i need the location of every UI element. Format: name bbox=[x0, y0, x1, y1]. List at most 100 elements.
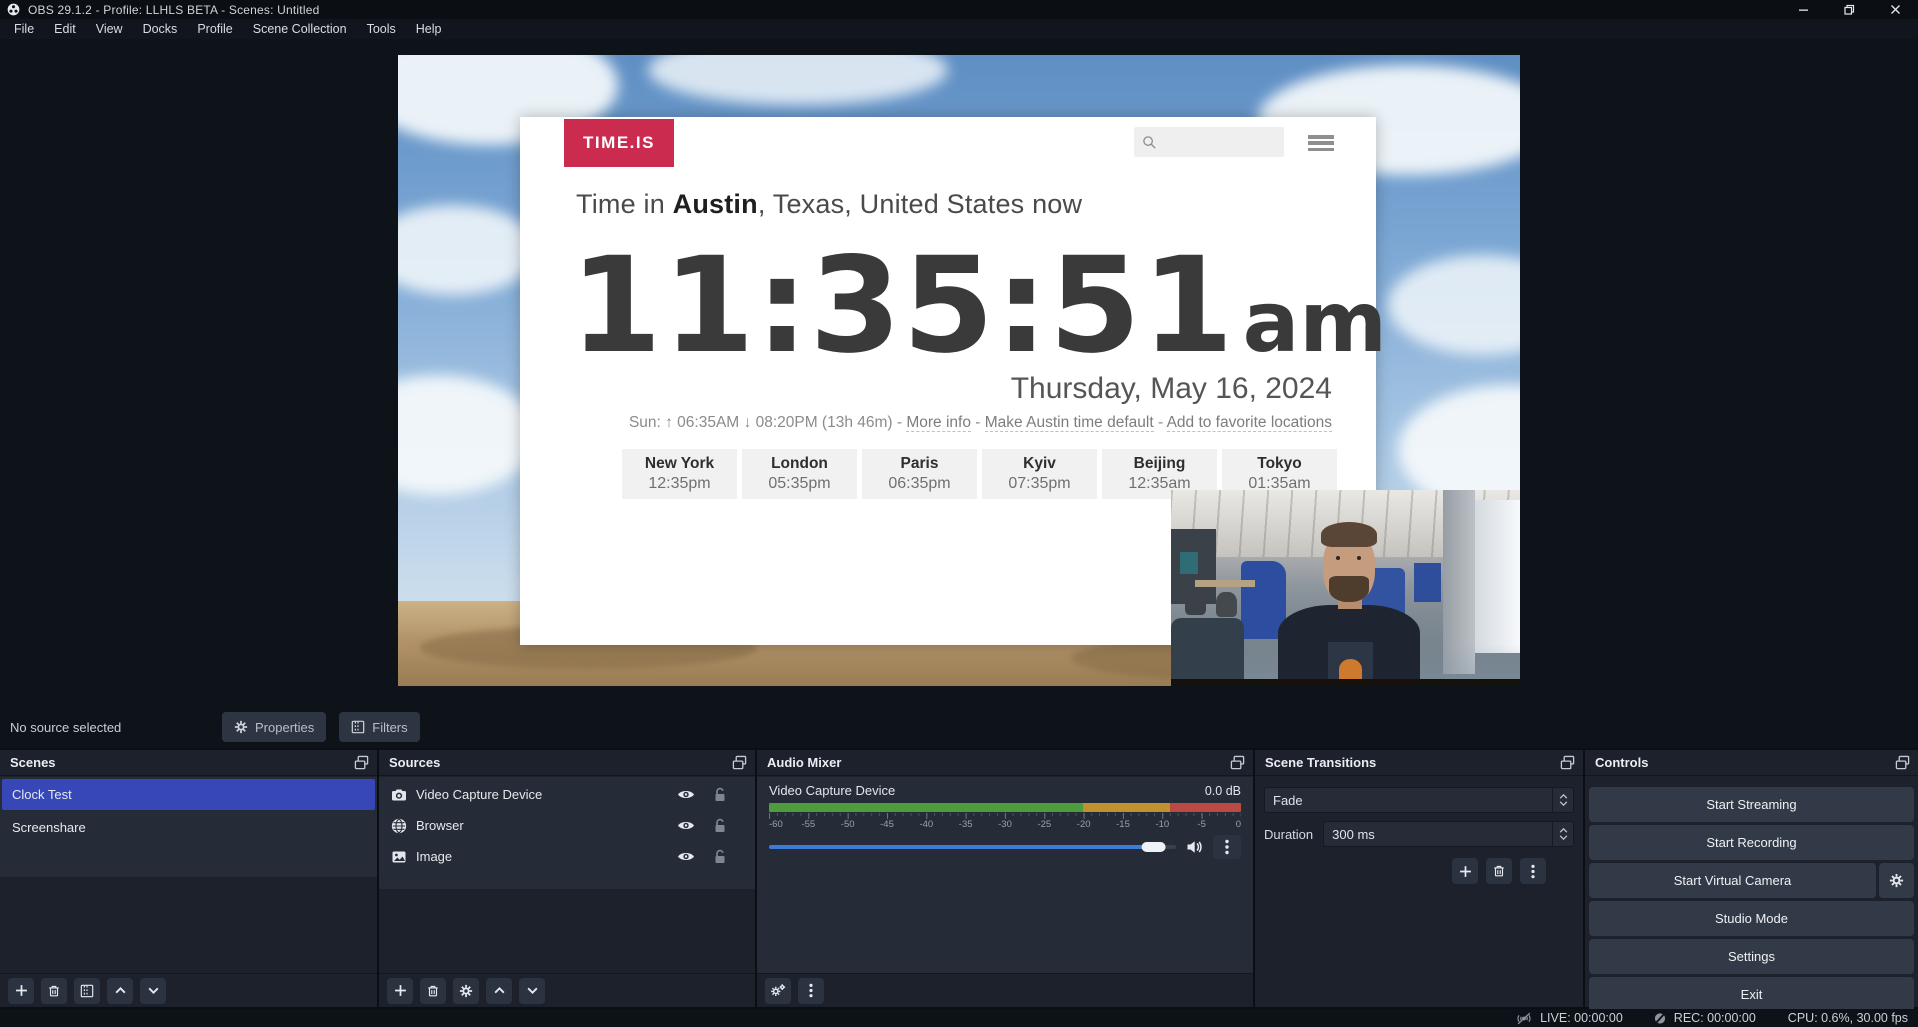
move-scene-up-button[interactable] bbox=[107, 978, 133, 1004]
source-item-image[interactable]: Image bbox=[379, 843, 755, 870]
clock-ampm: am bbox=[1243, 273, 1387, 371]
plus-icon bbox=[1459, 865, 1472, 878]
menu-bar: File Edit View Docks Profile Scene Colle… bbox=[0, 19, 1918, 39]
trash-icon bbox=[47, 984, 61, 998]
volume-slider[interactable] bbox=[769, 836, 1176, 858]
visibility-eye-icon[interactable] bbox=[677, 850, 695, 863]
duration-label: Duration bbox=[1264, 827, 1313, 842]
minimize-button[interactable] bbox=[1780, 0, 1826, 19]
restore-button[interactable] bbox=[1826, 0, 1872, 19]
volume-slider-handle[interactable] bbox=[1141, 842, 1165, 852]
menu-file[interactable]: File bbox=[4, 20, 44, 38]
cloud-shape bbox=[398, 205, 538, 295]
dots-vertical-icon bbox=[809, 983, 813, 998]
menu-help[interactable]: Help bbox=[406, 20, 452, 38]
gear-icon bbox=[459, 984, 473, 998]
studio-mode-button[interactable]: Studio Mode bbox=[1589, 901, 1914, 936]
add-scene-button[interactable] bbox=[8, 978, 34, 1004]
lock-open-icon[interactable] bbox=[713, 787, 727, 802]
move-source-up-button[interactable] bbox=[486, 978, 512, 1004]
menu-scene-collection[interactable]: Scene Collection bbox=[243, 20, 357, 38]
transitions-header: Scene Transitions bbox=[1255, 750, 1583, 776]
scene-item-screenshare[interactable]: Screenshare bbox=[2, 812, 375, 843]
lock-open-icon[interactable] bbox=[713, 818, 727, 833]
transition-menu-button[interactable] bbox=[1520, 858, 1546, 884]
mixer-menu-button[interactable] bbox=[798, 978, 824, 1004]
menu-docks[interactable]: Docks bbox=[133, 20, 188, 38]
remove-source-button[interactable] bbox=[420, 978, 446, 1004]
gears-icon bbox=[770, 983, 786, 998]
db-tick: -30 bbox=[998, 819, 1012, 830]
foreground-chair bbox=[1171, 618, 1244, 679]
visibility-eye-icon[interactable] bbox=[677, 788, 695, 801]
city-name: Paris bbox=[862, 455, 977, 473]
video-preview-canvas[interactable]: TIME.IS Time in Austin, Texas, United St… bbox=[398, 55, 1520, 686]
mixer-channel-menu-button[interactable] bbox=[1213, 835, 1241, 859]
hamburger-menu-icon bbox=[1308, 135, 1334, 151]
start-streaming-button[interactable]: Start Streaming bbox=[1589, 787, 1914, 822]
start-virtual-camera-button[interactable]: Start Virtual Camera bbox=[1589, 863, 1876, 898]
dots-vertical-icon bbox=[1531, 864, 1535, 879]
menu-profile[interactable]: Profile bbox=[187, 20, 242, 38]
source-label: Browser bbox=[416, 818, 677, 833]
move-source-down-button[interactable] bbox=[519, 978, 545, 1004]
filters-button[interactable]: Filters bbox=[339, 712, 419, 742]
close-button[interactable] bbox=[1872, 0, 1918, 19]
scene-item-clock-test[interactable]: Clock Test bbox=[2, 779, 375, 810]
transition-value: Fade bbox=[1265, 793, 1552, 808]
menu-tools[interactable]: Tools bbox=[357, 20, 406, 38]
city-time: 06:35pm bbox=[862, 475, 977, 493]
lock-open-icon[interactable] bbox=[713, 849, 727, 864]
mixer-db-value: 0.0 dB bbox=[1205, 784, 1241, 798]
sun-times: Sun: ↑ 06:35AM ↓ 08:20PM (13h 46m) - bbox=[629, 414, 906, 431]
webcam-bottom-bar bbox=[1171, 679, 1520, 686]
trash-icon bbox=[1492, 864, 1506, 878]
db-tick: -55 bbox=[801, 819, 815, 830]
remove-scene-button[interactable] bbox=[41, 978, 67, 1004]
scenes-panel: Scenes Clock Test Screenshare bbox=[0, 750, 377, 1007]
virtual-camera-settings-button[interactable] bbox=[1879, 863, 1914, 898]
popout-icon[interactable] bbox=[1895, 755, 1910, 770]
plus-icon bbox=[15, 984, 28, 997]
duration-spin-arrows[interactable] bbox=[1552, 822, 1573, 846]
sources-header: Sources bbox=[379, 750, 755, 776]
start-recording-button[interactable]: Start Recording bbox=[1589, 825, 1914, 860]
live-status: LIVE: 00:00:00 bbox=[1515, 1011, 1623, 1025]
duration-value: 300 ms bbox=[1324, 827, 1552, 842]
settings-button[interactable]: Settings bbox=[1589, 939, 1914, 974]
scene-filters-button[interactable] bbox=[74, 978, 100, 1004]
source-item-browser[interactable]: Browser bbox=[379, 812, 755, 839]
source-properties-button[interactable] bbox=[453, 978, 479, 1004]
remove-transition-button[interactable] bbox=[1486, 858, 1512, 884]
db-tick: 0 bbox=[1236, 819, 1241, 830]
mixer-channel-name: Video Capture Device bbox=[769, 783, 895, 798]
popout-icon[interactable] bbox=[1230, 755, 1245, 770]
popout-icon[interactable] bbox=[1560, 755, 1575, 770]
menu-edit[interactable]: Edit bbox=[44, 20, 86, 38]
add-transition-button[interactable] bbox=[1452, 858, 1478, 884]
speaker-icon[interactable] bbox=[1186, 839, 1203, 855]
move-scene-down-button[interactable] bbox=[140, 978, 166, 1004]
exit-button[interactable]: Exit bbox=[1589, 977, 1914, 1012]
live-timer: LIVE: 00:00:00 bbox=[1540, 1011, 1623, 1025]
duration-spinbox[interactable]: 300 ms bbox=[1323, 821, 1574, 847]
person-beard bbox=[1329, 576, 1369, 603]
popout-icon[interactable] bbox=[732, 755, 747, 770]
transition-select[interactable]: Fade bbox=[1264, 787, 1574, 813]
gear-icon bbox=[234, 720, 248, 734]
sources-toolbar bbox=[379, 973, 755, 1007]
menu-view[interactable]: View bbox=[86, 20, 133, 38]
db-scale: -60 -55 -50 -45 -40 -35 -30 -25 -20 -15 … bbox=[769, 813, 1241, 831]
source-item-video-capture[interactable]: Video Capture Device bbox=[379, 781, 755, 808]
sun-info-line: Sun: ↑ 06:35AM ↓ 08:20PM (13h 46m) - Mor… bbox=[629, 414, 1332, 432]
properties-button[interactable]: Properties bbox=[222, 712, 326, 742]
caret-up-icon bbox=[1559, 794, 1568, 799]
city-tile: New York12:35pm bbox=[622, 449, 737, 499]
add-source-button[interactable] bbox=[387, 978, 413, 1004]
advanced-audio-button[interactable] bbox=[765, 978, 791, 1004]
popout-icon[interactable] bbox=[354, 755, 369, 770]
visibility-eye-icon[interactable] bbox=[677, 819, 695, 832]
db-tick: -60 bbox=[769, 819, 783, 830]
scenes-title: Scenes bbox=[10, 755, 56, 770]
transition-select-arrows[interactable] bbox=[1552, 788, 1573, 812]
